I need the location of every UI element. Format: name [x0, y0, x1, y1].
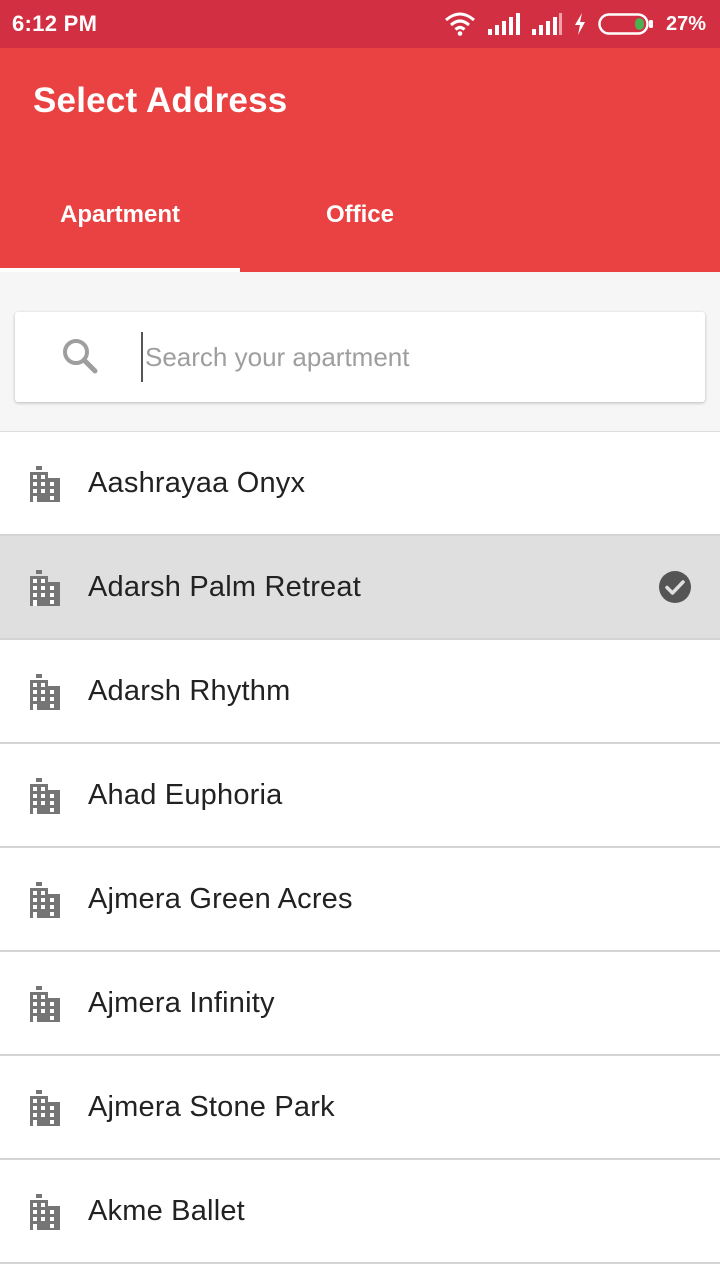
building-icon — [26, 776, 64, 819]
list-item[interactable]: Ajmera Stone Park — [0, 1056, 720, 1160]
search-input[interactable] — [141, 332, 681, 382]
app-bar: Select Address Apartment Office — [0, 48, 720, 272]
list-item[interactable]: Aashrayaa Onyx — [0, 432, 720, 536]
search-icon — [61, 337, 99, 380]
list-item-label: Ajmera Green Acres — [88, 882, 353, 915]
building-icon — [26, 568, 64, 611]
list-item[interactable]: Adarsh Rhythm — [0, 640, 720, 744]
list-item-label: Adarsh Palm Retreat — [88, 570, 361, 603]
tab-label: Apartment — [59, 201, 180, 228]
battery-percent: 27% — [665, 12, 706, 35]
building-icon — [26, 1088, 64, 1131]
building-icon — [26, 1192, 64, 1235]
search-box[interactable] — [15, 312, 705, 402]
tab-label: Office — [325, 201, 394, 228]
tab-bar: Apartment Office — [0, 168, 720, 272]
list-item-label: Akme Ballet — [88, 1194, 245, 1227]
wifi-icon — [444, 12, 476, 36]
signal-icon — [487, 13, 520, 35]
status-icons: 27% — [444, 12, 706, 36]
signal-icon — [531, 13, 562, 35]
page-title: Select Address — [33, 81, 288, 120]
tab-apartment[interactable]: Apartment — [0, 168, 240, 272]
building-icon — [26, 464, 64, 507]
list-item[interactable]: Akme Ballet — [0, 1160, 720, 1264]
list-item-label: Ajmera Infinity — [88, 986, 275, 1019]
search-area — [0, 272, 720, 432]
list-item-label: Ahad Euphoria — [88, 778, 283, 811]
list-item-label: Ajmera Stone Park — [88, 1090, 335, 1123]
status-bar: 6:12 PM 27% — [0, 0, 720, 48]
apartment-list: Aashrayaa Onyx Adarsh Palm Retreat Adars… — [0, 432, 720, 1264]
check-circle-icon — [658, 570, 692, 609]
charging-icon — [574, 13, 586, 35]
building-icon — [26, 672, 64, 715]
list-item-label: Adarsh Rhythm — [88, 674, 291, 707]
building-icon — [26, 880, 64, 923]
list-item[interactable]: Ahad Euphoria — [0, 744, 720, 848]
status-time: 6:12 PM — [12, 11, 98, 36]
list-item[interactable]: Adarsh Palm Retreat — [0, 536, 720, 640]
building-icon — [26, 984, 64, 1027]
tab-office[interactable]: Office — [240, 168, 480, 272]
list-item-label: Aashrayaa Onyx — [88, 466, 306, 499]
list-item[interactable]: Ajmera Infinity — [0, 952, 720, 1056]
battery-icon — [598, 12, 654, 36]
list-item[interactable]: Ajmera Green Acres — [0, 848, 720, 952]
